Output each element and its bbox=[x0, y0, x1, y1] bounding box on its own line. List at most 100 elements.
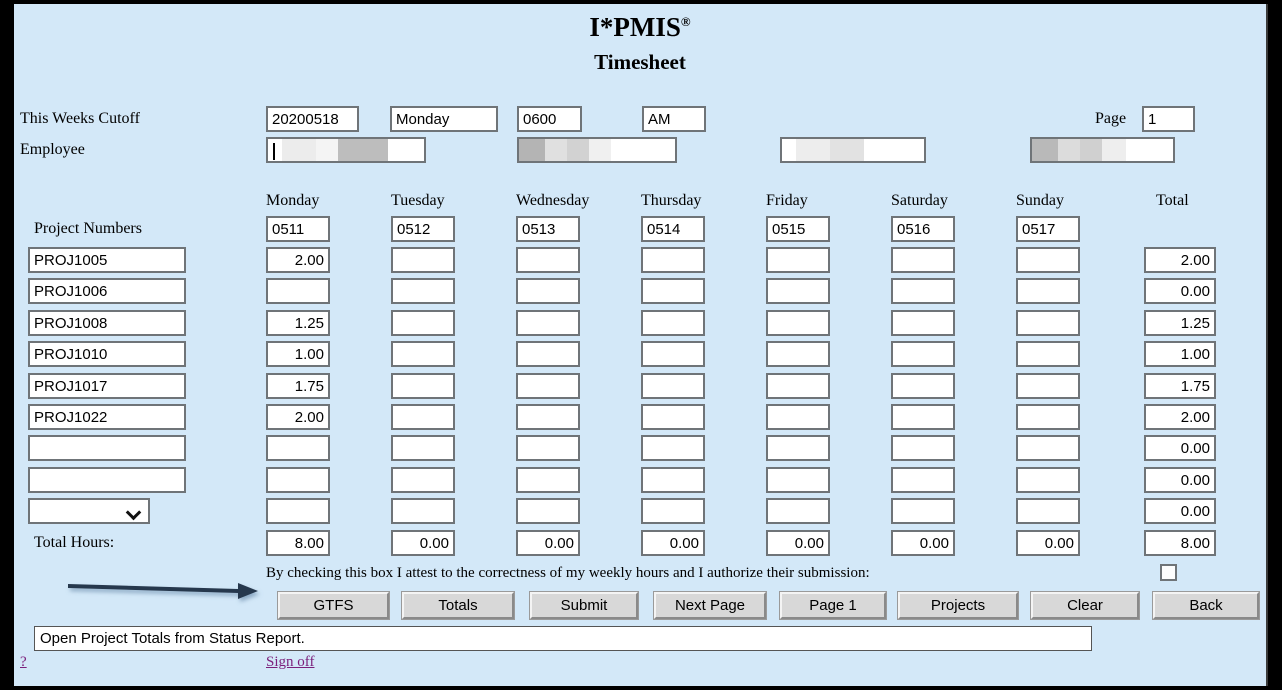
date-input-friday[interactable]: 0515 bbox=[766, 216, 830, 242]
hours-input[interactable] bbox=[1016, 467, 1080, 493]
hours-input[interactable] bbox=[1016, 435, 1080, 461]
hours-input[interactable] bbox=[1016, 341, 1080, 367]
row-total-input[interactable]: 2.00 bbox=[1144, 247, 1216, 273]
project-number-input[interactable]: PROJ1005 bbox=[28, 247, 186, 273]
project-number-input[interactable]: PROJ1010 bbox=[28, 341, 186, 367]
button-projects[interactable]: Projects bbox=[897, 591, 1019, 620]
hours-input[interactable] bbox=[891, 278, 955, 304]
attestation-checkbox[interactable] bbox=[1160, 564, 1177, 581]
cutoff-time-input[interactable]: 0600 bbox=[517, 106, 582, 132]
date-input-sunday[interactable]: 0517 bbox=[1016, 216, 1080, 242]
hours-input[interactable] bbox=[391, 404, 455, 430]
project-number-input[interactable]: PROJ1022 bbox=[28, 404, 186, 430]
hours-input[interactable] bbox=[391, 435, 455, 461]
hours-input[interactable]: 1.75 bbox=[266, 373, 330, 399]
project-select[interactable] bbox=[28, 498, 150, 524]
hours-input[interactable] bbox=[1016, 278, 1080, 304]
day-total-input[interactable]: 0.00 bbox=[891, 530, 955, 556]
employee-field-3-input[interactable] bbox=[780, 137, 926, 163]
hours-input[interactable] bbox=[766, 278, 830, 304]
hours-input[interactable] bbox=[891, 247, 955, 273]
button-totals[interactable]: Totals bbox=[401, 591, 515, 620]
hours-input[interactable] bbox=[391, 467, 455, 493]
hours-input[interactable] bbox=[516, 341, 580, 367]
hours-input[interactable] bbox=[1016, 310, 1080, 336]
hours-input[interactable] bbox=[391, 278, 455, 304]
hours-input[interactable] bbox=[516, 467, 580, 493]
button-next-page[interactable]: Next Page bbox=[653, 591, 767, 620]
hours-input[interactable] bbox=[766, 310, 830, 336]
hours-input[interactable] bbox=[766, 467, 830, 493]
day-total-input[interactable]: 0.00 bbox=[641, 530, 705, 556]
hours-input[interactable] bbox=[766, 498, 830, 524]
project-number-input[interactable] bbox=[28, 435, 186, 461]
hours-input[interactable] bbox=[391, 498, 455, 524]
hours-input[interactable] bbox=[891, 404, 955, 430]
hours-input[interactable] bbox=[766, 247, 830, 273]
grand-total-input[interactable]: 8.00 bbox=[1144, 530, 1216, 556]
hours-input[interactable] bbox=[891, 310, 955, 336]
hours-input[interactable] bbox=[516, 498, 580, 524]
hours-input[interactable] bbox=[391, 341, 455, 367]
employee-name-input[interactable] bbox=[517, 137, 677, 163]
project-number-input[interactable] bbox=[28, 467, 186, 493]
hours-input[interactable] bbox=[641, 341, 705, 367]
employee-field-4-input[interactable] bbox=[1030, 137, 1175, 163]
hours-input[interactable] bbox=[766, 404, 830, 430]
hours-input[interactable] bbox=[391, 247, 455, 273]
row-total-input[interactable]: 1.75 bbox=[1144, 373, 1216, 399]
row-total-input[interactable]: 0.00 bbox=[1144, 467, 1216, 493]
signoff-link[interactable]: Sign off bbox=[266, 654, 314, 671]
row-total-input[interactable]: 0.00 bbox=[1144, 435, 1216, 461]
cutoff-meridiem-input[interactable]: AM bbox=[642, 106, 706, 132]
hours-input[interactable] bbox=[1016, 373, 1080, 399]
hours-input[interactable] bbox=[641, 373, 705, 399]
hours-input[interactable] bbox=[641, 278, 705, 304]
day-total-input[interactable]: 8.00 bbox=[266, 530, 330, 556]
row-total-input[interactable]: 2.00 bbox=[1144, 404, 1216, 430]
hours-input[interactable] bbox=[891, 498, 955, 524]
project-number-input[interactable]: PROJ1006 bbox=[28, 278, 186, 304]
hours-input[interactable]: 2.00 bbox=[266, 247, 330, 273]
page-number-input[interactable]: 1 bbox=[1142, 106, 1195, 132]
hours-input[interactable] bbox=[1016, 404, 1080, 430]
hours-input[interactable] bbox=[516, 404, 580, 430]
hours-input[interactable] bbox=[516, 373, 580, 399]
hours-input[interactable] bbox=[1016, 247, 1080, 273]
day-total-input[interactable]: 0.00 bbox=[391, 530, 455, 556]
date-input-monday[interactable]: 0511 bbox=[266, 216, 330, 242]
employee-id-input[interactable] bbox=[266, 137, 426, 163]
hours-input[interactable] bbox=[891, 435, 955, 461]
hours-input[interactable] bbox=[891, 341, 955, 367]
button-gtfs[interactable]: GTFS bbox=[277, 591, 390, 620]
hours-input[interactable] bbox=[641, 310, 705, 336]
project-number-input[interactable]: PROJ1008 bbox=[28, 310, 186, 336]
day-total-input[interactable]: 0.00 bbox=[516, 530, 580, 556]
hours-input[interactable] bbox=[516, 247, 580, 273]
row-total-input[interactable]: 1.00 bbox=[1144, 341, 1216, 367]
date-input-wednesday[interactable]: 0513 bbox=[516, 216, 580, 242]
date-input-tuesday[interactable]: 0512 bbox=[391, 216, 455, 242]
hours-input[interactable] bbox=[266, 467, 330, 493]
button-submit[interactable]: Submit bbox=[529, 591, 639, 620]
hours-input[interactable] bbox=[266, 278, 330, 304]
hours-input[interactable] bbox=[641, 498, 705, 524]
hours-input[interactable] bbox=[891, 373, 955, 399]
cutoff-date-input[interactable]: 20200518 bbox=[266, 106, 359, 132]
hours-input[interactable] bbox=[391, 373, 455, 399]
hours-input[interactable] bbox=[266, 498, 330, 524]
hours-input[interactable] bbox=[766, 435, 830, 461]
hours-input[interactable] bbox=[391, 310, 455, 336]
button-clear[interactable]: Clear bbox=[1030, 591, 1140, 620]
day-total-input[interactable]: 0.00 bbox=[1016, 530, 1080, 556]
hours-input[interactable] bbox=[641, 404, 705, 430]
date-input-saturday[interactable]: 0516 bbox=[891, 216, 955, 242]
row-total-input[interactable]: 0.00 bbox=[1144, 278, 1216, 304]
help-link[interactable]: ? bbox=[20, 654, 27, 671]
row-total-input[interactable]: 1.25 bbox=[1144, 310, 1216, 336]
cutoff-day-input[interactable]: Monday bbox=[390, 106, 498, 132]
row-total-input[interactable]: 0.00 bbox=[1144, 498, 1216, 524]
hours-input[interactable] bbox=[266, 435, 330, 461]
day-total-input[interactable]: 0.00 bbox=[766, 530, 830, 556]
hours-input[interactable] bbox=[766, 373, 830, 399]
